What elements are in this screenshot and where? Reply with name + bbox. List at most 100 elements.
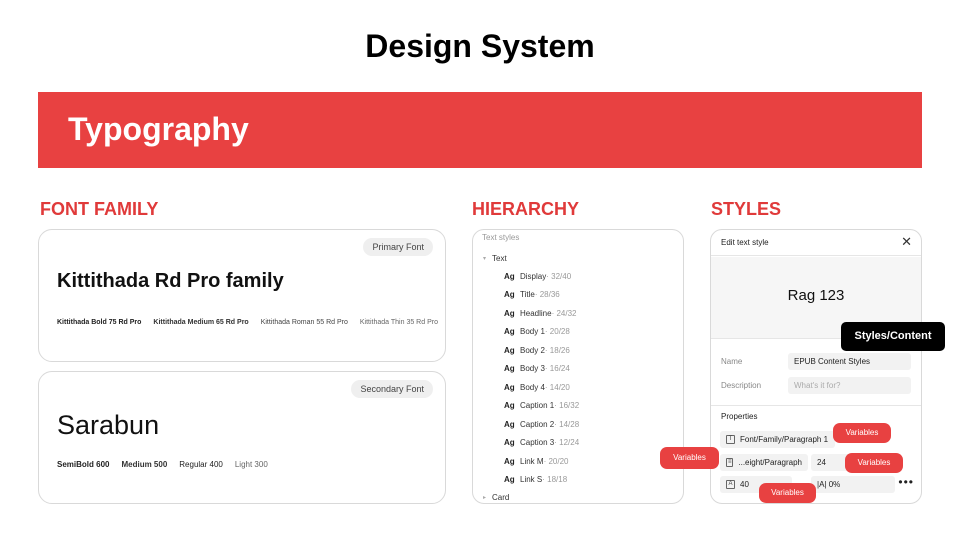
card-group-label: Card	[492, 493, 510, 502]
text-style-size: · 20/28	[544, 327, 570, 336]
text-style-row[interactable]: Ag Body 4 · 14/20	[504, 380, 570, 394]
text-style-size: · 18/26	[544, 345, 570, 355]
letter-spacing-value: |A| 0%	[817, 480, 841, 489]
text-style-icon: Ag	[504, 438, 515, 447]
text-style-name: Title	[520, 290, 535, 299]
text-style-icon: Ag	[504, 475, 515, 484]
name-field[interactable]: EPUB Content Styles	[788, 353, 911, 370]
secondary-font-weights: SemiBold 600 Medium 500 Regular 400 Ligh…	[57, 460, 268, 469]
weight-roman: Kittithada Roman 55 Rd Pro	[260, 319, 348, 326]
divider	[711, 405, 921, 406]
primary-font-weights: Kittithada Bold 75 Rd Pro Kittithada Med…	[57, 319, 438, 326]
text-style-size: · 28/36	[534, 290, 560, 299]
text-style-icon: Ag	[504, 290, 515, 299]
weight-bold: Kittithada Bold 75 Rd Pro	[57, 319, 142, 326]
letter-spacing-field[interactable]: |A| 0%	[811, 476, 895, 493]
text-style-icon: Ag	[504, 382, 515, 392]
text-style-size: · 32/40	[546, 271, 572, 281]
panel-title: Edit text style	[721, 238, 769, 247]
text-style-icon: Ag	[504, 364, 515, 373]
primary-font-tag: Primary Font	[363, 238, 433, 256]
variables-badge-font-family: Variables	[833, 423, 891, 443]
weight-thin: Kittithada Thin 35 Rd Pro	[359, 319, 438, 326]
secondary-font-tag: Secondary Font	[351, 380, 433, 398]
typography-banner: Typography	[38, 92, 922, 168]
description-label: Description	[721, 381, 762, 390]
text-styles-title: Text styles	[482, 233, 520, 242]
text-style-size: · 20/20	[543, 456, 569, 466]
text-style-name: Display	[520, 271, 547, 281]
font-weight-field[interactable]: ≡ ...eight/Paragraph	[720, 454, 808, 471]
text-style-row[interactable]: Ag Body 1 · 20/28	[504, 325, 570, 339]
font-size-value: 24	[817, 458, 826, 467]
hierarchy-heading: HIERARCHY	[472, 199, 580, 219]
secondary-font-card: Secondary Font Sarabun SemiBold 600 Medi…	[38, 371, 446, 504]
text-style-name: Caption 3	[520, 438, 555, 447]
text-style-icon: Ag	[504, 271, 515, 281]
variables-badge-font-weight: Variables	[660, 447, 719, 469]
secondary-font-name: Sarabun	[57, 410, 160, 440]
text-style-size: · 16/24	[544, 364, 570, 373]
font-weight-value: ...eight/Paragraph	[738, 458, 802, 467]
text-style-size: · 18/18	[542, 475, 568, 484]
text-style-name: Caption 2	[520, 419, 555, 429]
name-label: Name	[721, 357, 743, 366]
text-style-icon: Ag	[504, 419, 515, 429]
text-style-row[interactable]: Ag Body 3 · 16/24	[504, 362, 570, 376]
text-style-icon: Ag	[504, 327, 515, 336]
more-options-icon[interactable]: •••	[898, 475, 914, 489]
banner-title: Typography	[68, 111, 249, 147]
text-style-row[interactable]: Ag Headline · 24/32	[504, 306, 576, 320]
text-style-size: · 24/32	[551, 308, 577, 318]
description-field[interactable]: What's it for?	[788, 377, 911, 394]
variables-badge-font-size: Variables	[845, 453, 903, 473]
variables-badge-line-height: Variables	[759, 483, 816, 503]
text-group[interactable]: ▾ Text	[483, 254, 507, 263]
weight-light: Light 300	[234, 460, 268, 469]
chevron-right-icon: ▸	[483, 495, 487, 501]
weight-medium: Kittithada Medium 65 Rd Pro	[153, 319, 249, 326]
text-style-size: · 14/28	[554, 419, 580, 429]
styles-heading: STYLES	[711, 199, 782, 219]
text-style-row[interactable]: Ag Link S · 18/18	[504, 473, 567, 487]
text-style-name: Link S	[520, 475, 543, 484]
text-style-row[interactable]: Ag Title · 28/36	[504, 288, 560, 302]
chevron-down-icon: ▾	[483, 256, 487, 262]
card-group[interactable]: ▸ Card	[483, 493, 509, 502]
font-family-field[interactable]: T Font/Family/Paragraph 1	[720, 431, 835, 448]
text-style-icon: Ag	[504, 308, 515, 318]
text-style-row[interactable]: Ag Body 2 · 18/26	[504, 343, 570, 357]
text-style-row[interactable]: Ag Link M · 20/20	[504, 454, 568, 468]
text-style-size: · 16/32	[554, 401, 580, 410]
text-style-row[interactable]: Ag Caption 3 · 12/24	[504, 436, 579, 450]
text-style-name: Link M	[520, 456, 544, 466]
text-style-name: Caption 1	[520, 401, 555, 410]
primary-font-name: Kittithada Rd Pro family	[57, 270, 284, 292]
weight-regular: Regular 400	[179, 460, 223, 469]
close-icon[interactable]: ✕	[901, 234, 912, 250]
text-style-name: Body 1	[520, 327, 545, 336]
styles-content-callout: Styles/Content	[841, 322, 945, 351]
text-style-row[interactable]: Ag Display · 32/40	[504, 269, 571, 283]
line-height-value: 40	[740, 480, 749, 489]
text-style-name: Headline	[520, 308, 552, 318]
weight-medium-500: Medium 500	[121, 460, 168, 469]
properties-label: Properties	[721, 412, 758, 421]
text-style-icon: Ag	[504, 345, 515, 355]
text-style-name: Body 4	[520, 382, 545, 392]
text-style-row[interactable]: Ag Caption 1 · 16/32	[504, 399, 579, 413]
font-family-heading: FONT FAMILY	[40, 199, 159, 219]
text-styles-panel: Text styles ▾ Text Ag Display · 32/40 Ag Ti…	[472, 229, 684, 504]
line-height-icon: A	[726, 480, 735, 489]
weight-semibold: SemiBold 600	[57, 460, 110, 469]
primary-font-card: Primary Font Kittithada Rd Pro family Ki…	[38, 229, 446, 362]
text-style-icon: Ag	[504, 401, 515, 410]
text-style-name: Body 2	[520, 345, 545, 355]
font-family-value: Font/Family/Paragraph 1	[740, 435, 829, 444]
text-style-row[interactable]: Ag Caption 2 · 14/28	[504, 417, 579, 431]
text-style-size: · 14/20	[544, 382, 570, 392]
page-title: Design System	[365, 28, 595, 64]
font-family-icon: T	[726, 435, 735, 444]
panel-header: Edit text style ✕	[711, 230, 921, 256]
preview-text: Rag 123	[787, 287, 845, 304]
